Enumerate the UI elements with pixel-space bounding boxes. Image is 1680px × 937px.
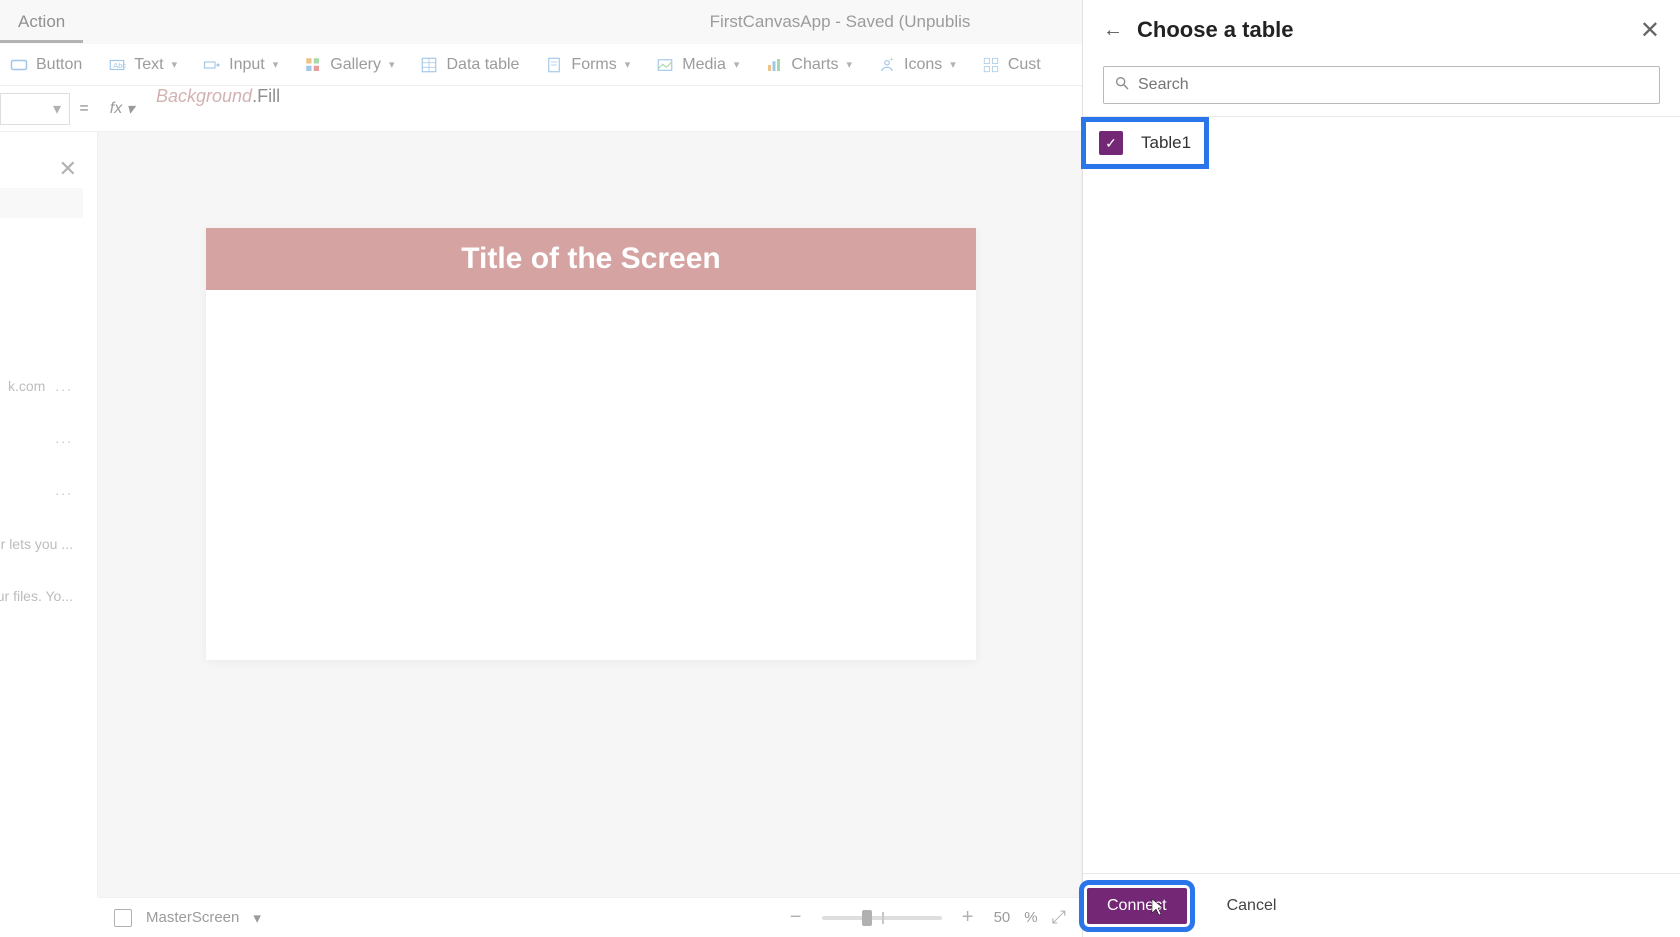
tree-item[interactable]: ovider lets you ... bbox=[0, 530, 87, 558]
tree-item[interactable]: e your files. Yo... bbox=[0, 582, 87, 610]
table-item-label: Table1 bbox=[1141, 133, 1191, 153]
panel-header: ← Choose a table ✕ bbox=[1083, 0, 1680, 60]
insert-media-label: Media bbox=[682, 56, 726, 74]
expand-icon[interactable]: ⤢ bbox=[1052, 907, 1066, 928]
insert-gallery[interactable]: Gallery ▾ bbox=[304, 56, 394, 74]
insert-data-table[interactable]: Data table bbox=[420, 56, 519, 74]
close-icon[interactable]: ✕ bbox=[1640, 16, 1660, 45]
screen-name-label[interactable]: MasterScreen bbox=[146, 909, 239, 926]
insert-text[interactable]: Abc Text ▾ bbox=[108, 56, 177, 74]
ribbon-tab-action[interactable]: Action bbox=[0, 1, 83, 43]
insert-charts[interactable]: Charts ▾ bbox=[765, 56, 852, 74]
chevron-down-icon: ▾ bbox=[273, 58, 279, 71]
search-icon bbox=[1114, 75, 1130, 96]
zoom-slider-thumb[interactable] bbox=[862, 910, 872, 926]
formula-token-fill: .Fill bbox=[252, 86, 280, 106]
insert-icons-label: Icons bbox=[904, 56, 942, 74]
chevron-down-icon: ▾ bbox=[172, 58, 178, 71]
insert-custom[interactable]: Cust bbox=[982, 56, 1041, 74]
insert-icons[interactable]: + Icons ▾ bbox=[878, 56, 956, 74]
chevron-down-icon: ▾ bbox=[126, 99, 134, 119]
insert-media[interactable]: Media ▾ bbox=[656, 56, 739, 74]
insert-data-table-label: Data table bbox=[446, 56, 519, 74]
left-tree-pane: ✕ k.com... ... ... ovider lets you ... e… bbox=[0, 132, 98, 897]
zoom-unit: % bbox=[1024, 909, 1037, 926]
checkbox-checked-icon[interactable]: ✓ bbox=[1099, 131, 1123, 155]
table-item-table1[interactable]: ✓ Table1 bbox=[1085, 121, 1205, 165]
connect-button[interactable]: Connect bbox=[1087, 888, 1187, 924]
chevron-down-icon[interactable]: ▾ bbox=[253, 909, 261, 927]
insert-button[interactable]: Button bbox=[10, 56, 82, 74]
screen-title-label[interactable]: Title of the Screen bbox=[206, 228, 976, 290]
zoom-slider[interactable] bbox=[822, 916, 942, 920]
fx-button[interactable]: fx▾ bbox=[98, 99, 146, 119]
screen-checkbox[interactable] bbox=[114, 909, 132, 927]
formula-token-background: Background bbox=[156, 86, 252, 106]
tree-item[interactable]: ... bbox=[0, 424, 87, 452]
tree-search-placeholder[interactable] bbox=[0, 188, 83, 218]
formula-bar: ▾ = fx▾ Background.Fill bbox=[0, 86, 1082, 132]
cursor-icon bbox=[1151, 898, 1165, 921]
tree-item[interactable]: ... bbox=[0, 476, 87, 504]
svg-text:+: + bbox=[889, 56, 894, 63]
back-icon[interactable]: ← bbox=[1103, 19, 1123, 42]
status-bar: MasterScreen ▾ − + 50 % ⤢ bbox=[98, 897, 1082, 937]
app-screen[interactable]: Title of the Screen bbox=[206, 228, 976, 660]
panel-title: Choose a table bbox=[1137, 17, 1626, 43]
insert-input[interactable]: Input ▾ bbox=[203, 56, 278, 74]
table-search[interactable] bbox=[1103, 66, 1660, 104]
more-icon[interactable]: ... bbox=[55, 430, 73, 446]
chevron-down-icon: ▾ bbox=[847, 58, 853, 71]
table-list: ✓ Table1 bbox=[1083, 117, 1680, 873]
canvas-area[interactable]: Title of the Screen bbox=[98, 132, 1082, 897]
cancel-button[interactable]: Cancel bbox=[1207, 888, 1297, 924]
chevron-down-icon: ▾ bbox=[53, 99, 61, 119]
more-icon[interactable]: ... bbox=[55, 482, 73, 498]
formula-input[interactable]: Background.Fill bbox=[146, 86, 1082, 132]
insert-text-label: Text bbox=[134, 56, 163, 74]
formula-equals: = bbox=[70, 100, 98, 118]
table-search-input[interactable] bbox=[1138, 76, 1649, 94]
insert-button-label: Button bbox=[36, 56, 82, 74]
insert-custom-label: Cust bbox=[1008, 56, 1041, 74]
app-title: FirstCanvasApp - Saved (Unpublis bbox=[710, 12, 971, 32]
zoom-in-button[interactable]: + bbox=[956, 906, 980, 929]
choose-table-panel: ← Choose a table ✕ ✓ Table1 Connect bbox=[1082, 0, 1680, 937]
chevron-down-icon: ▾ bbox=[389, 58, 395, 71]
insert-charts-label: Charts bbox=[791, 56, 838, 74]
tree-item[interactable]: k.com... bbox=[0, 372, 87, 400]
chevron-down-icon: ▾ bbox=[625, 58, 631, 71]
insert-gallery-label: Gallery bbox=[330, 56, 381, 74]
insert-forms-label: Forms bbox=[571, 56, 616, 74]
insert-input-label: Input bbox=[229, 56, 265, 74]
more-icon[interactable]: ... bbox=[55, 378, 73, 394]
panel-footer: Connect Cancel bbox=[1083, 873, 1680, 937]
chevron-down-icon: ▾ bbox=[950, 58, 956, 71]
zoom-out-button[interactable]: − bbox=[784, 906, 808, 929]
close-icon[interactable]: ✕ bbox=[59, 156, 77, 182]
svg-text:Abc: Abc bbox=[114, 61, 127, 70]
zoom-value: 50 bbox=[994, 909, 1011, 926]
property-selector[interactable]: ▾ bbox=[0, 93, 70, 125]
insert-forms[interactable]: Forms ▾ bbox=[545, 56, 630, 74]
chevron-down-icon: ▾ bbox=[734, 58, 740, 71]
